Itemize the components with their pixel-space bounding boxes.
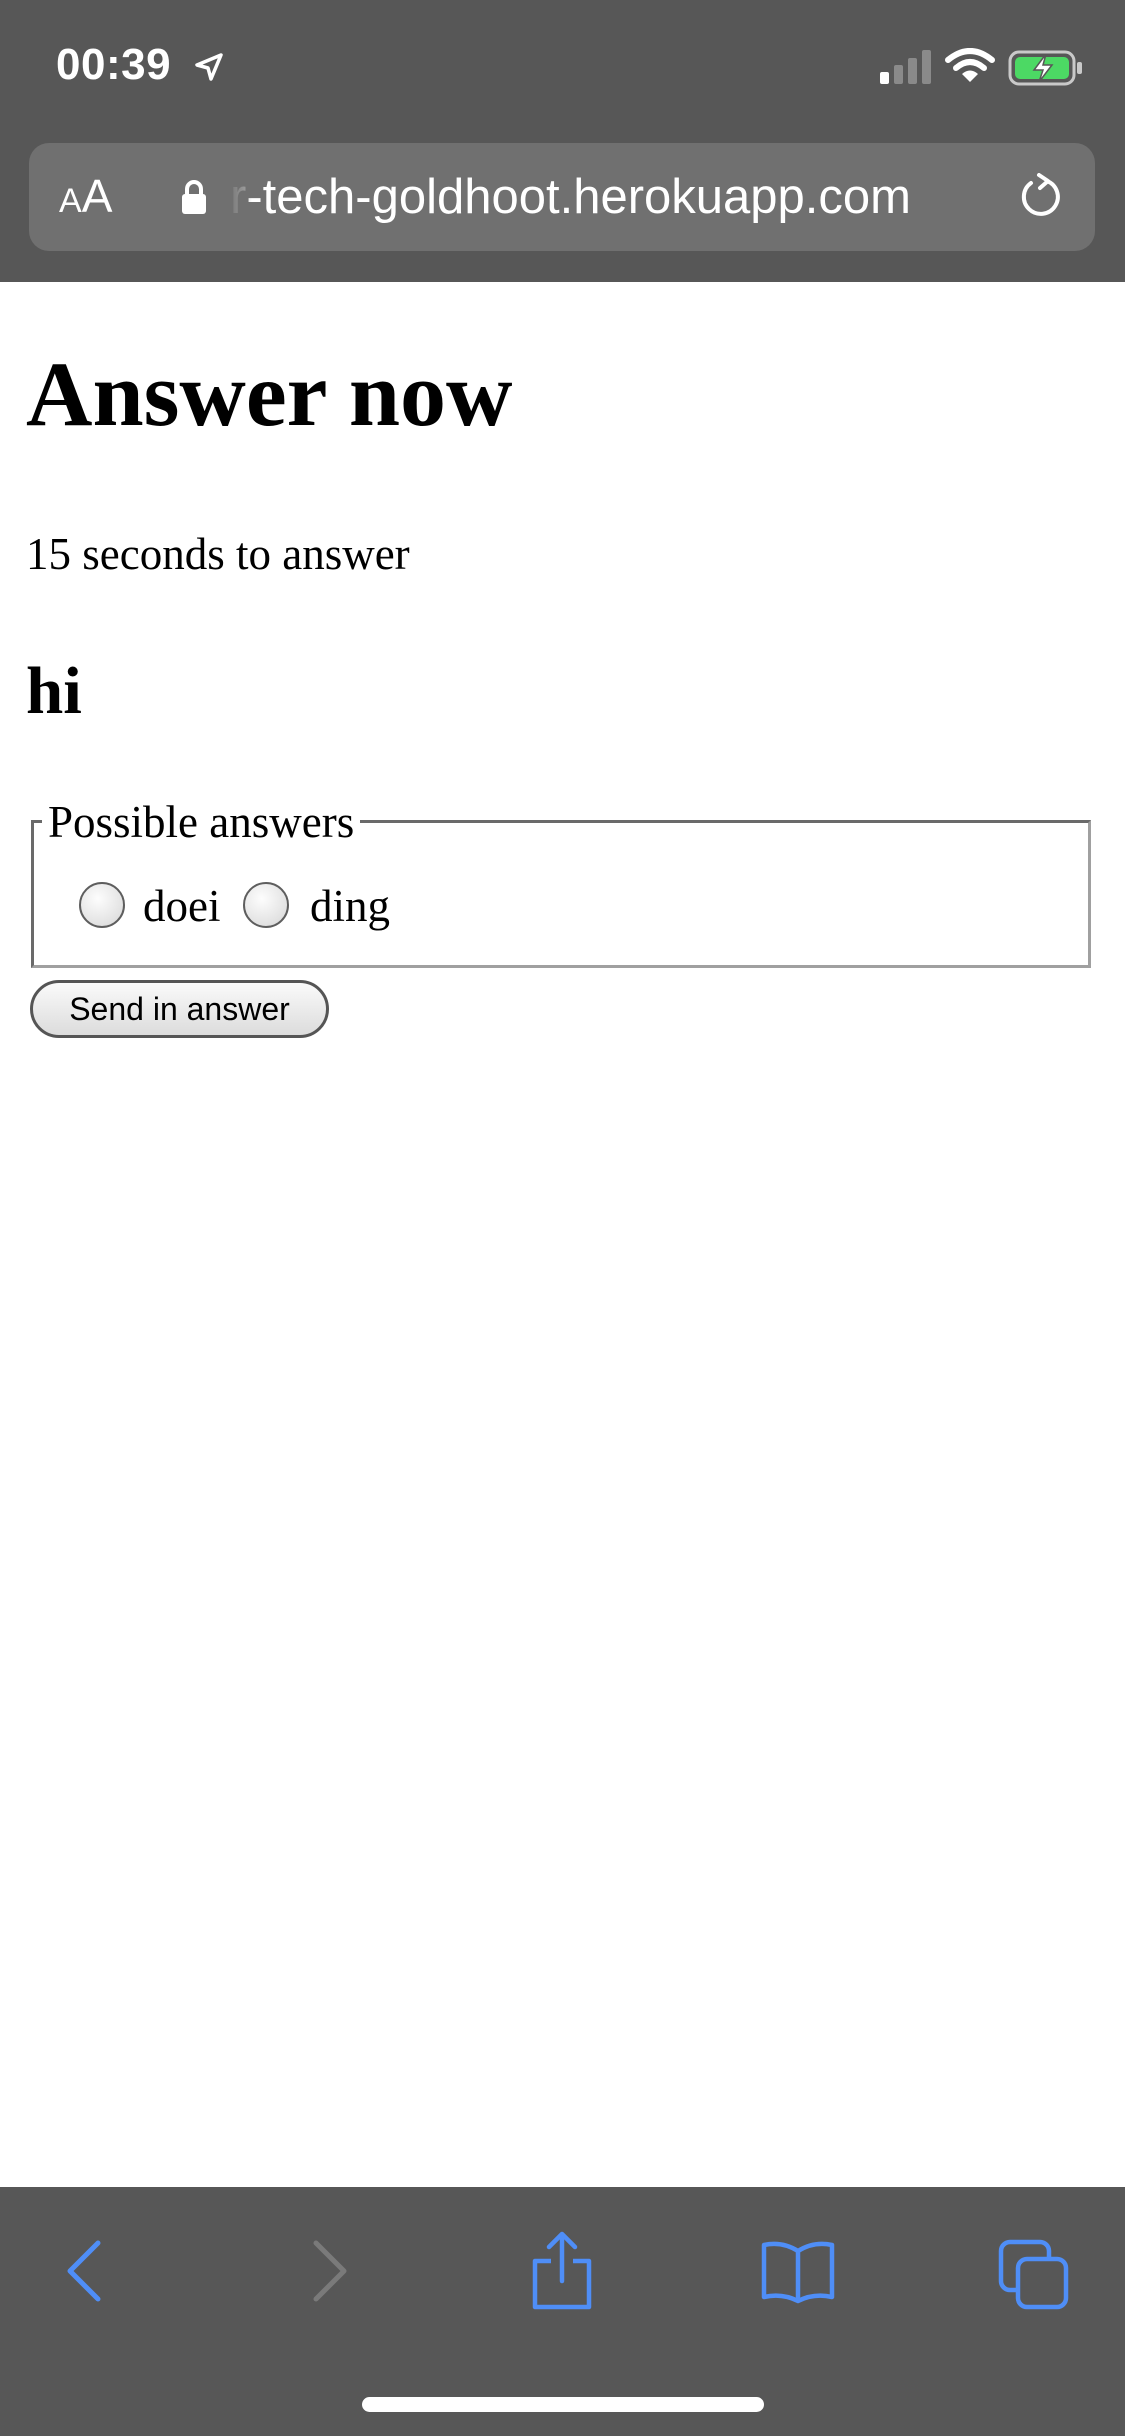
cellular-signal-icon [880, 50, 931, 84]
home-indicator [362, 2397, 764, 2412]
location-arrow-icon [195, 53, 223, 81]
share-icon[interactable] [529, 2231, 595, 2311]
answer-radio-doei[interactable] [79, 882, 125, 928]
address-bar[interactable]: AA r-tech-goldhoot.herokuapp.com [29, 143, 1095, 251]
status-time: 00:39 [56, 40, 172, 89]
answer-label-doei[interactable]: doei [143, 880, 220, 932]
answers-legend: Possible answers [42, 797, 361, 847]
url-text[interactable]: r-tech-goldhoot.herokuapp.com [230, 169, 1000, 225]
reader-text-size-button[interactable]: AA [59, 173, 112, 219]
wifi-icon [945, 48, 995, 82]
forward-icon[interactable] [302, 2239, 352, 2303]
url-fade [230, 167, 252, 227]
answer-radio-ding[interactable] [243, 882, 289, 928]
question-text: hi [26, 654, 82, 728]
bookmarks-icon[interactable] [760, 2239, 836, 2305]
back-icon[interactable] [62, 2239, 112, 2303]
countdown-text: 15 seconds to answer [26, 529, 410, 579]
reload-icon[interactable] [1017, 173, 1065, 221]
lock-icon [182, 180, 206, 214]
page-title: Answer now [26, 343, 513, 445]
answer-label-ding[interactable]: ding [310, 880, 390, 932]
browser-top-chrome: 00:39 AA r-tech-goldhoot.herokuapp.com [0, 0, 1125, 282]
send-answer-button[interactable]: Send in answer [30, 980, 329, 1038]
battery-charging-icon [1008, 50, 1082, 86]
tabs-icon[interactable] [998, 2239, 1070, 2311]
